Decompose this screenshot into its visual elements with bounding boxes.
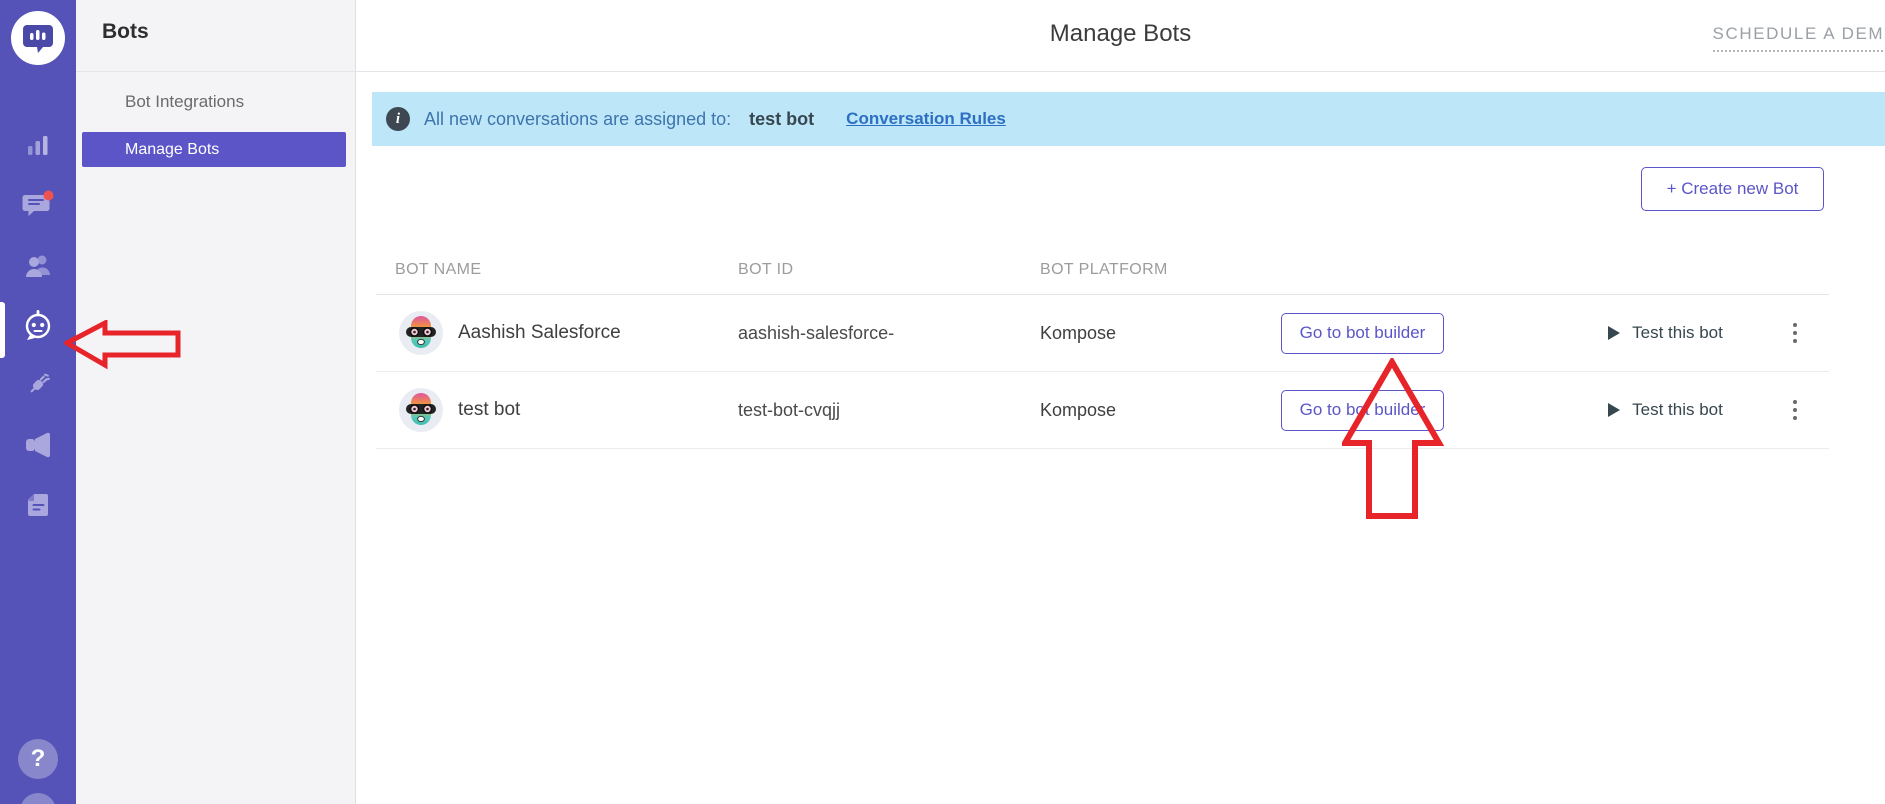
sidebar-item-conversations[interactable] (0, 175, 76, 235)
play-icon (1608, 403, 1621, 417)
conversation-rules-link[interactable]: Conversation Rules (846, 109, 1006, 129)
test-this-bot-label: Test this bot (1632, 400, 1723, 419)
row-menu-kebab-icon[interactable] (1761, 317, 1829, 349)
logo-bubble-icon (23, 25, 53, 53)
app-screen: ? Bots Bot Integrations Manage Bots Mana… (0, 0, 1885, 804)
chat-icon (22, 190, 54, 216)
primary-sidebar: ? (0, 0, 76, 804)
bottom-partial-icon[interactable] (20, 793, 56, 804)
column-header-bot-name: BOT NAME (395, 260, 482, 278)
notification-badge (43, 190, 54, 201)
nav-item-bot-integrations[interactable]: Bot Integrations (125, 92, 244, 112)
help-icon[interactable]: ? (18, 739, 58, 779)
column-header-bot-id: BOT ID (738, 260, 794, 278)
sidebar-item-integrations[interactable] (0, 355, 76, 415)
play-icon (1608, 326, 1621, 340)
bot-id: aashish-salesforce- (738, 322, 895, 343)
active-indicator (0, 302, 5, 358)
row-menu-kebab-icon[interactable] (1761, 394, 1829, 426)
table-header-row: BOT NAME BOT ID BOT PLATFORM (376, 245, 1829, 295)
go-to-bot-builder-button[interactable]: Go to bot builder (1281, 312, 1444, 354)
sidebar-item-dashboard[interactable] (0, 115, 76, 175)
column-header-bot-platform: BOT PLATFORM (1040, 260, 1168, 278)
bot-id: test-bot-cvqjj (738, 399, 841, 420)
bot-avatar (399, 311, 443, 355)
bot-name-cell: test bot (376, 388, 738, 432)
go-to-bot-builder-button[interactable]: Go to bot builder (1281, 389, 1444, 431)
bot-avatar (399, 388, 443, 432)
bot-platform: Kompose (1040, 322, 1117, 343)
assignment-info-banner: i All new conversations are assigned to:… (372, 92, 1885, 146)
bot-name: test bot (458, 399, 521, 420)
secondary-sidebar: Bots Bot Integrations Manage Bots (76, 0, 356, 804)
bot-name: Aashish Salesforce (458, 322, 621, 343)
users-icon (26, 255, 50, 277)
test-this-bot-button[interactable]: Test this bot (1569, 400, 1761, 420)
schedule-demo-link[interactable]: SCHEDULE A DEMO (1712, 24, 1885, 52)
kommunicate-logo-icon[interactable] (11, 11, 65, 65)
info-icon: i (386, 107, 410, 131)
table-row: Aashish Salesforce aashish-salesforce- K… (376, 295, 1829, 372)
create-new-bot-button[interactable]: + Create new Bot (1641, 167, 1824, 211)
nav-item-manage-bots[interactable]: Manage Bots (82, 132, 346, 167)
banner-text: All new conversations are assigned to: (424, 108, 732, 129)
sidebar-item-contacts[interactable] (0, 235, 76, 295)
sidebar-item-bots[interactable] (0, 295, 76, 358)
bot-platform: Kompose (1040, 399, 1117, 420)
page-title: Manage Bots (1049, 20, 1192, 47)
sidebar-item-campaigns[interactable] (0, 415, 76, 475)
bar-chart-icon (28, 136, 48, 155)
test-this-bot-label: Test this bot (1632, 323, 1723, 342)
table-row: test bot test-bot-cvqjj Kompose Go to bo… (376, 372, 1829, 449)
header-divider (76, 71, 1885, 72)
document-icon (28, 494, 48, 516)
assigned-bot-name: test bot (749, 108, 815, 129)
bots-table: BOT NAME BOT ID BOT PLATFORM Aashish Sal… (376, 245, 1829, 449)
bot-icon (25, 310, 51, 340)
sidebar-item-articles[interactable] (0, 475, 76, 535)
section-title: Bots (102, 20, 149, 43)
megaphone-icon (26, 432, 51, 458)
plug-icon (30, 373, 50, 393)
bot-name-cell: Aashish Salesforce (376, 311, 738, 355)
test-this-bot-button[interactable]: Test this bot (1569, 323, 1761, 343)
